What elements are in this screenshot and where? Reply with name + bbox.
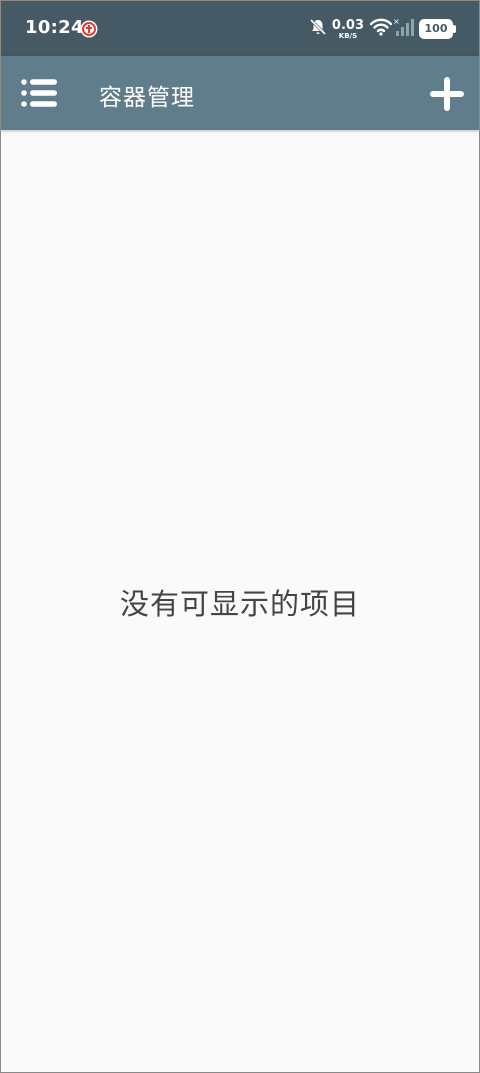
- status-icons: 0.03 KB/S × 100: [309, 16, 456, 42]
- status-time: 10:24: [25, 17, 84, 38]
- page-title: 容器管理: [99, 85, 195, 111]
- screen: 10:24 0.03 KB/S × 100 容器管理 没有可显示的项目: [0, 0, 480, 1073]
- notification-badge-icon: [80, 20, 98, 38]
- svg-text:×: ×: [393, 17, 400, 26]
- status-bar: 10:24 0.03 KB/S × 100: [1, 1, 479, 56]
- list-menu-icon[interactable]: [19, 74, 59, 114]
- wifi-icon: [369, 18, 393, 40]
- cellular-signal-icon: ×: [392, 17, 414, 41]
- network-speed-value: 0.03: [331, 17, 364, 33]
- network-speed-unit: KB/S: [338, 31, 358, 40]
- empty-state-message: 没有可显示的项目: [119, 587, 360, 621]
- bell-muted-icon: [309, 18, 327, 40]
- app-bar: 容器管理: [1, 56, 479, 130]
- battery-icon: 100: [419, 19, 456, 39]
- network-speed: 0.03 KB/S: [332, 19, 364, 40]
- plus-icon[interactable]: [427, 74, 467, 114]
